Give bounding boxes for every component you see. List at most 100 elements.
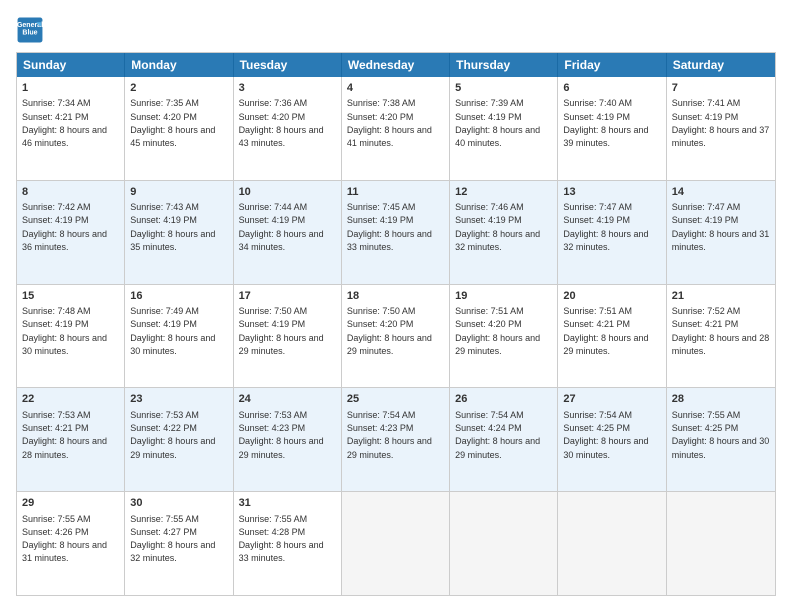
- cell-text: Sunrise: 7:36 AMSunset: 4:20 PMDaylight:…: [239, 98, 324, 148]
- table-row: 27Sunrise: 7:54 AMSunset: 4:25 PMDayligh…: [558, 388, 666, 491]
- cell-text: Sunrise: 7:50 AMSunset: 4:20 PMDaylight:…: [347, 306, 432, 356]
- table-row: 13 Sunrise: 7:47 AMSunset: 4:19 PMDayligh…: [558, 181, 666, 284]
- table-row: 7 Sunrise: 7:41 AMSunset: 4:19 PMDaylight…: [667, 77, 775, 180]
- cell-text: Sunrise: 7:40 AMSunset: 4:19 PMDaylight:…: [563, 98, 648, 148]
- day-number: 28: [672, 392, 770, 407]
- day-number: 27: [563, 392, 660, 407]
- day-number: 17: [239, 289, 336, 304]
- cell-text: Sunrise: 7:43 AMSunset: 4:19 PMDaylight:…: [130, 202, 215, 252]
- table-row: 30 Sunrise: 7:55 AMSunset: 4:27 PMDayligh…: [125, 492, 233, 595]
- day-number: 2: [130, 81, 227, 96]
- cell-text: Sunrise: 7:45 AMSunset: 4:19 PMDaylight:…: [347, 202, 432, 252]
- table-row: [667, 492, 775, 595]
- day-number: 26: [455, 392, 552, 407]
- day-number: 19: [455, 289, 552, 304]
- day-number: 14: [672, 185, 770, 200]
- cell-text: Sunrise: 7:53 AMSunset: 4:23 PMDaylight:…: [239, 410, 324, 460]
- cell-text: Sunrise: 7:47 AMSunset: 4:19 PMDaylight:…: [563, 202, 648, 252]
- day-number: 15: [22, 289, 119, 304]
- cell-text: Sunrise: 7:50 AMSunset: 4:19 PMDaylight:…: [239, 306, 324, 356]
- table-row: 17 Sunrise: 7:50 AMSunset: 4:19 PMDayligh…: [234, 285, 342, 388]
- header-friday: Friday: [558, 53, 666, 77]
- cell-text: Sunrise: 7:47 AMSunset: 4:19 PMDaylight:…: [672, 202, 770, 252]
- cell-text: Sunrise: 7:49 AMSunset: 4:19 PMDaylight:…: [130, 306, 215, 356]
- day-number: 21: [672, 289, 770, 304]
- day-number: 25: [347, 392, 444, 407]
- table-row: [342, 492, 450, 595]
- cell-text: Sunrise: 7:55 AMSunset: 4:26 PMDaylight:…: [22, 514, 107, 564]
- table-row: 21 Sunrise: 7:52 AMSunset: 4:21 PMDayligh…: [667, 285, 775, 388]
- header-saturday: Saturday: [667, 53, 775, 77]
- cell-text: Sunrise: 7:41 AMSunset: 4:19 PMDaylight:…: [672, 98, 770, 148]
- table-row: 22Sunrise: 7:53 AMSunset: 4:21 PMDayligh…: [17, 388, 125, 491]
- cell-text: Sunrise: 7:51 AMSunset: 4:21 PMDaylight:…: [563, 306, 648, 356]
- day-number: 8: [22, 185, 119, 200]
- table-row: 8 Sunrise: 7:42 AMSunset: 4:19 PMDaylight…: [17, 181, 125, 284]
- calendar: Sunday Monday Tuesday Wednesday Thursday…: [16, 52, 776, 596]
- day-number: 6: [563, 81, 660, 96]
- table-row: 18Sunrise: 7:50 AMSunset: 4:20 PMDayligh…: [342, 285, 450, 388]
- day-number: 11: [347, 185, 444, 200]
- day-number: 30: [130, 496, 227, 511]
- table-row: 16 Sunrise: 7:49 AMSunset: 4:19 PMDayligh…: [125, 285, 233, 388]
- table-row: 20 Sunrise: 7:51 AMSunset: 4:21 PMDayligh…: [558, 285, 666, 388]
- cell-text: Sunrise: 7:54 AMSunset: 4:24 PMDaylight:…: [455, 410, 540, 460]
- table-row: 28 Sunrise: 7:55 AMSunset: 4:25 PMDayligh…: [667, 388, 775, 491]
- cell-text: Sunrise: 7:34 AMSunset: 4:21 PMDaylight:…: [22, 98, 107, 148]
- table-row: 4 Sunrise: 7:38 AMSunset: 4:20 PMDaylight…: [342, 77, 450, 180]
- day-number: 29: [22, 496, 119, 511]
- cell-text: Sunrise: 7:55 AMSunset: 4:27 PMDaylight:…: [130, 514, 215, 564]
- cell-text: Sunrise: 7:52 AMSunset: 4:21 PMDaylight:…: [672, 306, 770, 356]
- table-row: 1 Sunrise: 7:34 AMSunset: 4:21 PMDaylight…: [17, 77, 125, 180]
- day-number: 1: [22, 81, 119, 96]
- table-row: [450, 492, 558, 595]
- table-row: 10Sunrise: 7:44 AMSunset: 4:19 PMDayligh…: [234, 181, 342, 284]
- cell-text: Sunrise: 7:53 AMSunset: 4:21 PMDaylight:…: [22, 410, 107, 460]
- cell-text: Sunrise: 7:39 AMSunset: 4:19 PMDaylight:…: [455, 98, 540, 148]
- cell-text: Sunrise: 7:55 AMSunset: 4:28 PMDaylight:…: [239, 514, 324, 564]
- svg-text:Blue: Blue: [22, 30, 37, 37]
- calendar-row: 1 Sunrise: 7:34 AMSunset: 4:21 PMDaylight…: [17, 77, 775, 180]
- table-row: 23 Sunrise: 7:53 AMSunset: 4:22 PMDayligh…: [125, 388, 233, 491]
- day-number: 16: [130, 289, 227, 304]
- cell-text: Sunrise: 7:44 AMSunset: 4:19 PMDaylight:…: [239, 202, 324, 252]
- logo-icon: General Blue: [16, 16, 44, 44]
- calendar-row: 15 Sunrise: 7:48 AMSunset: 4:19 PMDayligh…: [17, 284, 775, 388]
- calendar-header: Sunday Monday Tuesday Wednesday Thursday…: [17, 53, 775, 77]
- cell-text: Sunrise: 7:51 AMSunset: 4:20 PMDaylight:…: [455, 306, 540, 356]
- day-number: 12: [455, 185, 552, 200]
- table-row: 5 Sunrise: 7:39 AMSunset: 4:19 PMDaylight…: [450, 77, 558, 180]
- header-sunday: Sunday: [17, 53, 125, 77]
- table-row: 11 Sunrise: 7:45 AMSunset: 4:19 PMDayligh…: [342, 181, 450, 284]
- cell-text: Sunrise: 7:35 AMSunset: 4:20 PMDaylight:…: [130, 98, 215, 148]
- table-row: 3 Sunrise: 7:36 AMSunset: 4:20 PMDaylight…: [234, 77, 342, 180]
- day-number: 4: [347, 81, 444, 96]
- day-number: 23: [130, 392, 227, 407]
- table-row: 15 Sunrise: 7:48 AMSunset: 4:19 PMDayligh…: [17, 285, 125, 388]
- table-row: 31Sunrise: 7:55 AMSunset: 4:28 PMDayligh…: [234, 492, 342, 595]
- logo: General Blue: [16, 16, 48, 44]
- day-number: 5: [455, 81, 552, 96]
- day-number: 7: [672, 81, 770, 96]
- table-row: 12 Sunrise: 7:46 AMSunset: 4:19 PMDayligh…: [450, 181, 558, 284]
- calendar-body: 1 Sunrise: 7:34 AMSunset: 4:21 PMDaylight…: [17, 77, 775, 595]
- cell-text: Sunrise: 7:46 AMSunset: 4:19 PMDaylight:…: [455, 202, 540, 252]
- cell-text: Sunrise: 7:42 AMSunset: 4:19 PMDaylight:…: [22, 202, 107, 252]
- day-number: 3: [239, 81, 336, 96]
- cell-text: Sunrise: 7:38 AMSunset: 4:20 PMDaylight:…: [347, 98, 432, 148]
- table-row: 25Sunrise: 7:54 AMSunset: 4:23 PMDayligh…: [342, 388, 450, 491]
- calendar-row: 22Sunrise: 7:53 AMSunset: 4:21 PMDayligh…: [17, 387, 775, 491]
- table-row: 9 Sunrise: 7:43 AMSunset: 4:19 PMDaylight…: [125, 181, 233, 284]
- table-row: 14 Sunrise: 7:47 AMSunset: 4:19 PMDayligh…: [667, 181, 775, 284]
- table-row: 19 Sunrise: 7:51 AMSunset: 4:20 PMDayligh…: [450, 285, 558, 388]
- cell-text: Sunrise: 7:53 AMSunset: 4:22 PMDaylight:…: [130, 410, 215, 460]
- day-number: 13: [563, 185, 660, 200]
- table-row: 26 Sunrise: 7:54 AMSunset: 4:24 PMDayligh…: [450, 388, 558, 491]
- calendar-row: 8 Sunrise: 7:42 AMSunset: 4:19 PMDaylight…: [17, 180, 775, 284]
- cell-text: Sunrise: 7:55 AMSunset: 4:25 PMDaylight:…: [672, 410, 770, 460]
- day-number: 20: [563, 289, 660, 304]
- day-number: 9: [130, 185, 227, 200]
- cell-text: Sunrise: 7:48 AMSunset: 4:19 PMDaylight:…: [22, 306, 107, 356]
- table-row: [558, 492, 666, 595]
- day-number: 24: [239, 392, 336, 407]
